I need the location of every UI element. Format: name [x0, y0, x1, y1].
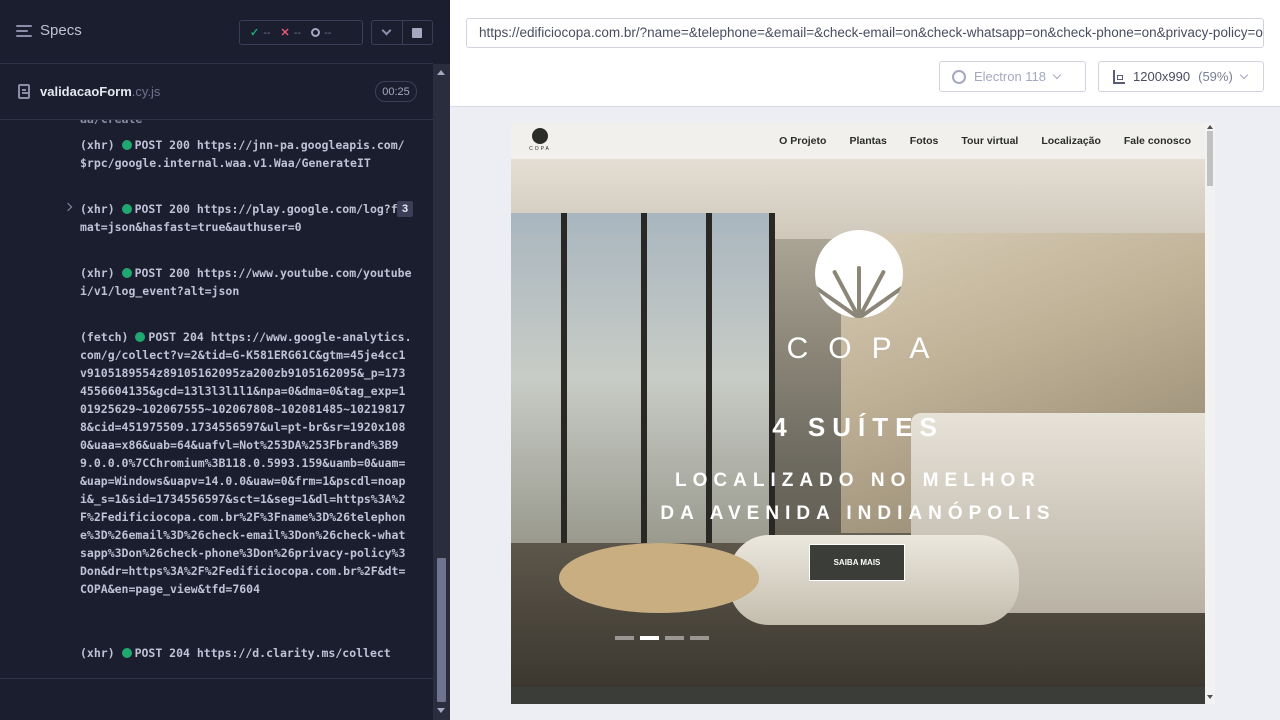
count-badge: 3: [397, 201, 413, 217]
browser-label: Electron 118: [974, 69, 1047, 84]
failed-count: --: [293, 26, 302, 39]
slide-dot[interactable]: [690, 636, 709, 640]
app-preview-panel: https://edificiocopa.com.br/?name=&telep…: [450, 0, 1280, 720]
chevron-down-icon: [1239, 70, 1249, 79]
pending-count: --: [324, 26, 332, 39]
spec-file-row[interactable]: validacaoForm.cy.js 00:25: [0, 64, 433, 120]
browser-selector[interactable]: Electron 118: [939, 61, 1086, 92]
log-text-clipped: aa/Create: [80, 120, 142, 128]
reporter-header: Specs ✓ -- ✕ -- --: [0, 0, 433, 64]
copa-logo-icon: [532, 128, 548, 144]
nav-link-contato[interactable]: Fale conosco: [1124, 135, 1191, 147]
aut-iframe: COPA O Projeto Plantas Fotos Tour virtua…: [511, 123, 1215, 704]
check-icon: ✓: [250, 27, 260, 39]
hero-photo-mullion: [706, 213, 712, 543]
file-icon: [18, 84, 30, 99]
page-scrollbar[interactable]: [1205, 123, 1215, 704]
test-stats: ✓ -- ✕ -- --: [239, 20, 363, 45]
electron-icon: [952, 69, 966, 84]
expand-button[interactable]: [372, 21, 403, 44]
specs-label: Specs: [40, 22, 82, 39]
nav-link-plantas[interactable]: Plantas: [849, 135, 886, 147]
section-divider: [511, 687, 1205, 704]
hero-tagline-2: DA AVENIDA INDIANÓPOLIS: [660, 503, 1056, 524]
site-navbar: COPA O Projeto Plantas Fotos Tour virtua…: [511, 123, 1205, 159]
log-entry[interactable]: (xhr) POST 204 https://d.clarity.ms/coll…: [80, 644, 412, 662]
hero-photo-mullion: [561, 213, 567, 543]
slider-dots: [615, 636, 709, 640]
run-controls: [371, 20, 433, 45]
log-scrollbar[interactable]: [433, 64, 450, 720]
command-log-panel: Specs ✓ -- ✕ -- -- validacaoForm.cy.js 00:…: [0, 0, 450, 720]
status-dot-icon: [135, 332, 146, 342]
menu-icon: [16, 24, 32, 37]
scroll-down-icon[interactable]: [1207, 695, 1213, 699]
passed-count: --: [263, 26, 271, 39]
divider: [0, 678, 433, 679]
chevron-right-icon[interactable]: [63, 202, 73, 212]
nav-link-tour[interactable]: Tour virtual: [961, 135, 1018, 147]
url-bar[interactable]: https://edificiocopa.com.br/?name=&telep…: [466, 18, 1264, 48]
chevron-down-icon: [381, 25, 392, 36]
viewport-scale: (59%): [1198, 69, 1233, 84]
nav-link-fotos[interactable]: Fotos: [910, 135, 939, 147]
hero-brand: COPA: [786, 332, 950, 365]
specs-toggle[interactable]: Specs: [16, 22, 82, 39]
duration-badge: 00:25: [375, 81, 417, 102]
passed-stat: ✓ --: [250, 26, 271, 40]
spec-file-name: validacaoForm.cy.js: [40, 84, 161, 99]
scroll-thumb[interactable]: [437, 558, 446, 702]
hero-section: COPA O Projeto Plantas Fotos Tour virtua…: [511, 123, 1205, 687]
scroll-thumb[interactable]: [1207, 131, 1213, 186]
slide-dot[interactable]: [665, 636, 684, 640]
viewport-info[interactable]: 1200x990 (59%): [1098, 61, 1264, 92]
x-icon: ✕: [280, 27, 290, 39]
log-entry[interactable]: (fetch) POST 204 https://www.google-anal…: [80, 328, 412, 634]
failed-stat: ✕ --: [280, 26, 302, 40]
saiba-mais-button[interactable]: SAIBA MAIS: [809, 544, 905, 581]
slide-dot[interactable]: [615, 636, 634, 640]
status-dot-icon: [121, 648, 132, 658]
pending-stat: --: [311, 27, 331, 39]
command-log[interactable]: aa/Create (xhr) POST 200 https://jnn-pa.…: [30, 120, 417, 666]
hero-photo-mullion: [641, 213, 647, 543]
site-logo[interactable]: COPA: [527, 128, 553, 152]
status-dot-icon: [121, 268, 132, 278]
viewport-size: 1200x990: [1133, 69, 1191, 84]
scroll-up-icon[interactable]: [437, 70, 445, 75]
log-entry[interactable]: (xhr) POST 200 https://play.google.com/l…: [80, 200, 412, 236]
status-dot-icon: [121, 140, 132, 150]
scroll-up-icon[interactable]: [1207, 125, 1213, 129]
logo-text: COPA: [529, 146, 551, 152]
stop-button[interactable]: [403, 21, 433, 44]
stop-icon: [412, 27, 423, 38]
copa-tree-icon: [815, 230, 903, 318]
slide-dot-active[interactable]: [640, 636, 659, 640]
status-dot-icon: [121, 204, 132, 214]
pending-icon: [311, 28, 321, 37]
log-entry[interactable]: (xhr) POST 200 https://www.youtube.com/y…: [80, 264, 412, 300]
hero-photo-mullion: [769, 213, 775, 543]
hero-tagline-1: LOCALIZADO NO MELHOR: [675, 470, 1041, 491]
scroll-down-icon[interactable]: [437, 708, 445, 713]
nav-link-projeto[interactable]: O Projeto: [779, 135, 826, 147]
viewport-icon: [1113, 69, 1125, 84]
hero-headline: 4 SUÍTES: [772, 412, 944, 442]
runner-toolbar: https://edificiocopa.com.br/?name=&telep…: [450, 0, 1280, 107]
hero-photo-table: [559, 543, 759, 613]
nav-link-localizacao[interactable]: Localização: [1041, 135, 1101, 147]
chevron-down-icon: [1052, 70, 1062, 79]
log-entry[interactable]: (xhr) POST 200 https://jnn-pa.googleapis…: [80, 136, 412, 172]
nav-links: O Projeto Plantas Fotos Tour virtual Loc…: [779, 123, 1191, 159]
